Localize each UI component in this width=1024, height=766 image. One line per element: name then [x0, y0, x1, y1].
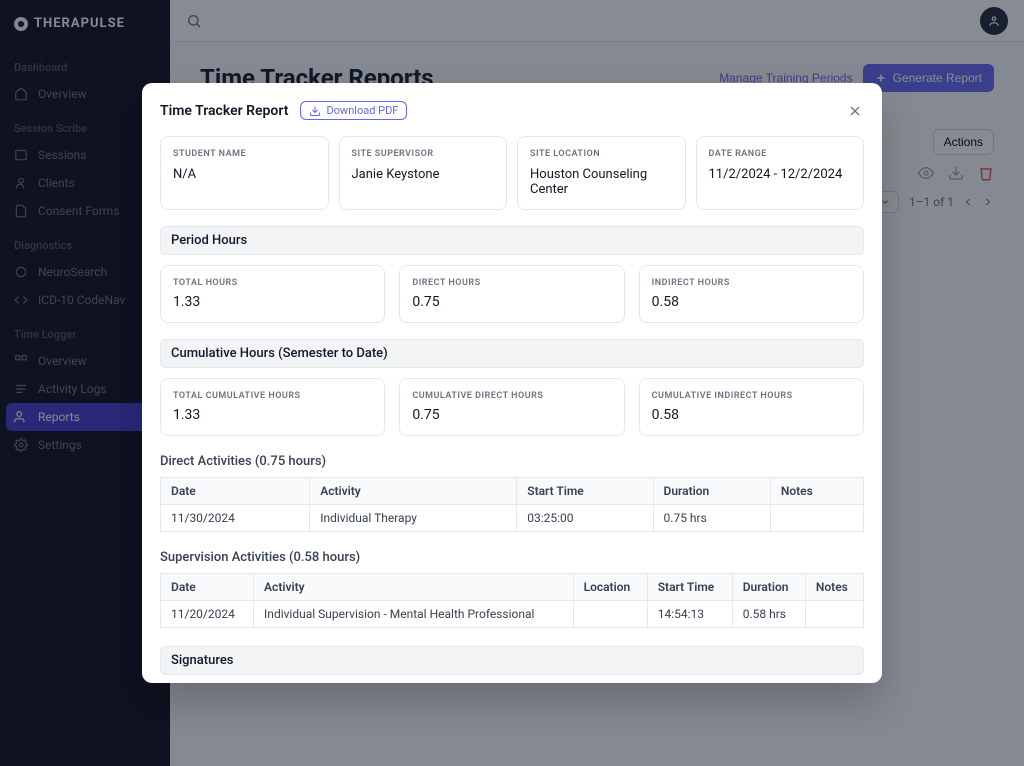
stat-direct-hours: DIRECT HOURS 0.75	[399, 265, 624, 323]
modal-overlay: Time Tracker Report Download PDF STUDENT…	[0, 0, 1024, 766]
section-cumulative: Cumulative Hours (Semester to Date)	[160, 339, 864, 368]
info-value: N/A	[173, 167, 316, 182]
info-card-daterange: DATE RANGE 11/2/2024 - 12/2/2024	[696, 136, 865, 210]
cell-notes	[770, 505, 863, 532]
col-duration: Duration	[653, 478, 770, 505]
info-label: DATE RANGE	[709, 149, 852, 159]
col-notes: Notes	[770, 478, 863, 505]
info-value: Janie Keystone	[352, 167, 495, 182]
stat-value: 0.58	[652, 294, 851, 310]
stat-value: 1.33	[173, 407, 372, 423]
section-signatures: Signatures	[160, 646, 864, 675]
stat-cum-direct: CUMULATIVE DIRECT HOURS 0.75	[399, 378, 624, 436]
stat-total-hours: TOTAL HOURS 1.33	[160, 265, 385, 323]
cell-notes	[805, 601, 863, 628]
col-date: Date	[161, 574, 254, 601]
cell-start: 03:25:00	[517, 505, 653, 532]
col-notes: Notes	[805, 574, 863, 601]
table-row: 11/20/2024 Individual Supervision - Ment…	[161, 601, 864, 628]
stat-value: 1.33	[173, 294, 372, 310]
cell-date: 11/20/2024	[161, 601, 254, 628]
stat-cum-total: TOTAL CUMULATIVE HOURS 1.33	[160, 378, 385, 436]
cell-duration: 0.75 hrs	[653, 505, 770, 532]
cell-location	[573, 601, 647, 628]
stat-label: INDIRECT HOURS	[652, 278, 851, 288]
info-value: 11/2/2024 - 12/2/2024	[709, 167, 852, 182]
col-date: Date	[161, 478, 310, 505]
stat-label: TOTAL CUMULATIVE HOURS	[173, 391, 372, 401]
close-icon[interactable]	[846, 102, 864, 120]
table-row: 11/30/2024 Individual Therapy 03:25:00 0…	[161, 505, 864, 532]
col-start: Start Time	[647, 574, 732, 601]
col-activity: Activity	[310, 478, 517, 505]
stat-value: 0.75	[412, 407, 611, 423]
download-pdf-button[interactable]: Download PDF	[300, 101, 407, 120]
stat-label: CUMULATIVE INDIRECT HOURS	[652, 391, 851, 401]
info-label: STUDENT NAME	[173, 149, 316, 159]
section-period: Period Hours	[160, 226, 864, 255]
cell-date: 11/30/2024	[161, 505, 310, 532]
section-supervision-activities: Supervision Activities (0.58 hours)	[160, 550, 864, 565]
stat-label: DIRECT HOURS	[412, 278, 611, 288]
download-icon	[309, 105, 321, 117]
info-value: Houston Counseling Center	[530, 167, 673, 197]
col-start: Start Time	[517, 478, 653, 505]
modal: Time Tracker Report Download PDF STUDENT…	[142, 83, 882, 683]
stat-label: TOTAL HOURS	[173, 278, 372, 288]
supervision-activities-table: Date Activity Location Start Time Durati…	[160, 573, 864, 628]
stat-indirect-hours: INDIRECT HOURS 0.58	[639, 265, 864, 323]
cell-activity: Individual Therapy	[310, 505, 517, 532]
info-label: SITE LOCATION	[530, 149, 673, 159]
stat-value: 0.58	[652, 407, 851, 423]
info-label: SITE SUPERVISOR	[352, 149, 495, 159]
info-card-student: STUDENT NAME N/A	[160, 136, 329, 210]
stat-cum-indirect: CUMULATIVE INDIRECT HOURS 0.58	[639, 378, 864, 436]
stat-label: CUMULATIVE DIRECT HOURS	[412, 391, 611, 401]
section-direct-activities: Direct Activities (0.75 hours)	[160, 454, 864, 469]
stat-value: 0.75	[412, 294, 611, 310]
cell-start: 14:54:13	[647, 601, 732, 628]
cell-activity: Individual Supervision - Mental Health P…	[254, 601, 574, 628]
info-card-supervisor: SITE SUPERVISOR Janie Keystone	[339, 136, 508, 210]
col-duration: Duration	[732, 574, 805, 601]
cell-duration: 0.58 hrs	[732, 601, 805, 628]
col-location: Location	[573, 574, 647, 601]
download-pdf-label: Download PDF	[326, 104, 398, 117]
col-activity: Activity	[254, 574, 574, 601]
modal-title: Time Tracker Report	[160, 103, 288, 119]
info-card-location: SITE LOCATION Houston Counseling Center	[517, 136, 686, 210]
direct-activities-table: Date Activity Start Time Duration Notes …	[160, 477, 864, 532]
